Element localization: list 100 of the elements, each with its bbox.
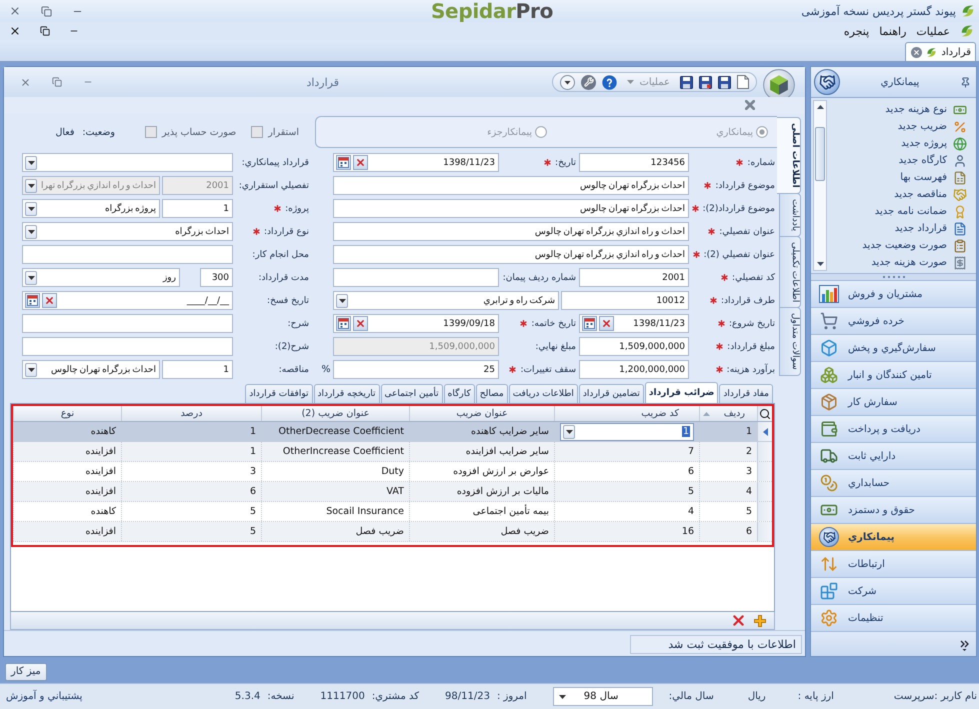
input-field[interactable]: 1,509,000,000	[579, 337, 689, 356]
clear-button[interactable]	[353, 155, 368, 170]
combo-box[interactable]: شرکت راه و ترابري	[333, 291, 559, 310]
tab[interactable]: کارگاه	[444, 384, 475, 403]
tab[interactable]: مفاد قرارداد	[719, 384, 773, 403]
shortcut-item[interactable]: فهرست بها	[827, 169, 967, 186]
save-icon[interactable]	[718, 76, 731, 88]
column-header[interactable]: کد ضریب	[554, 406, 699, 421]
input-field[interactable]: احداث بزرگراه تهران چالوس	[333, 176, 689, 195]
calendar-button[interactable]	[336, 316, 351, 331]
module-button[interactable]: تامین کنندگان و انبار	[811, 362, 976, 389]
module-button[interactable]: شرکت	[811, 578, 976, 605]
input-field[interactable]: 123456	[579, 153, 689, 172]
calendar-button[interactable]	[336, 155, 351, 170]
column-header[interactable]: عنوان ضریب (2)	[261, 406, 409, 421]
date-field[interactable]: 1399/09/18	[333, 314, 499, 333]
module-button[interactable]: سفارش کار	[811, 389, 976, 416]
dropdown-button[interactable]	[25, 156, 37, 170]
dropdown-button[interactable]	[563, 424, 575, 438]
row-selector[interactable]	[757, 422, 772, 441]
calendar-button[interactable]	[582, 316, 597, 331]
date-field[interactable]: ____/__/__	[22, 291, 233, 310]
column-header[interactable]: ردیف	[699, 406, 757, 421]
module-button[interactable]: دارایي ثابت	[811, 443, 976, 470]
dropdown-button[interactable]	[336, 294, 348, 308]
menu-item[interactable]: پنجره	[844, 24, 870, 38]
calendar-button[interactable]	[25, 293, 40, 308]
wrench-icon[interactable]	[581, 74, 596, 90]
input-field[interactable]: 300	[200, 268, 233, 287]
shortcut-item[interactable]: کارگاه جدید	[827, 152, 967, 169]
tab[interactable]: توافقات قرارداد	[245, 384, 312, 403]
input-field[interactable]	[333, 268, 499, 287]
shortcut-item[interactable]: نوع هزینه جدید	[827, 101, 967, 118]
tab[interactable]: ضرائب قرارداد	[644, 382, 718, 403]
dropdown-button[interactable]	[25, 224, 37, 238]
menu-item[interactable]: راهنما	[879, 24, 906, 38]
dropdown-button[interactable]	[25, 270, 37, 284]
shortcut-item[interactable]: صورت وضعیت جدید	[827, 237, 967, 254]
tab[interactable]: مصالح	[476, 384, 508, 403]
document-tab[interactable]: قرارداد	[905, 42, 976, 61]
clear-button[interactable]	[353, 316, 368, 331]
module-button[interactable]: سفارش‌گیري و پخش	[811, 335, 976, 362]
module-button[interactable]: خرده فروشي	[811, 308, 976, 335]
tab[interactable]: تضامین قرارداد	[578, 384, 644, 403]
input-field[interactable]: 1	[162, 199, 233, 218]
input-field[interactable]: 2001	[579, 268, 689, 287]
module-button[interactable]: مشتریان و فروش	[811, 281, 976, 308]
side-tab[interactable]: سوالات متداول	[779, 307, 801, 376]
input-field[interactable]: 1,200,000,000	[579, 360, 689, 379]
input-field[interactable]: احداث و راه اندازي بزرگراه تهران چالوس	[333, 222, 689, 241]
input-field[interactable]: 1	[162, 360, 233, 379]
input-field[interactable]: 10012	[561, 291, 689, 310]
shortcut-item[interactable]: صورت هزینه جدید	[827, 254, 967, 271]
shortcut-item[interactable]: ضریب جدید	[827, 118, 967, 135]
input-field[interactable]	[22, 314, 233, 333]
chevrons-icon[interactable]	[960, 640, 969, 651]
taskbar-button[interactable]: میز کار	[5, 662, 47, 680]
input-field[interactable]: 25	[333, 360, 499, 379]
input-field[interactable]	[22, 337, 233, 356]
side-tab[interactable]: یادداشت	[779, 192, 801, 237]
combo-box[interactable]: احداث بزرگراه	[22, 222, 233, 241]
cell-editor[interactable]: 1	[560, 422, 694, 440]
shortcut-item[interactable]: پروژه جدید	[827, 135, 967, 152]
pin-icon[interactable]	[960, 76, 971, 88]
column-header[interactable]: درصد	[121, 406, 261, 421]
module-button[interactable]: حسابداري	[811, 470, 976, 497]
input-field[interactable]: احداث و راه اندازي بزرگراه تهران چالوس	[333, 245, 689, 264]
clear-button[interactable]	[599, 316, 614, 331]
tab[interactable]: تأمین اجتماعی	[380, 384, 443, 403]
tab[interactable]: اطلاعات دریافت	[508, 384, 578, 403]
module-button[interactable]: دریافت و پرداخت	[811, 416, 976, 443]
support-link[interactable]: پشتیباني و آموزش	[6, 691, 82, 702]
side-tab[interactable]: اطلاعات اصلی	[777, 117, 801, 194]
date-field[interactable]: 1398/11/23	[579, 314, 689, 333]
date-field[interactable]: 1398/11/23	[333, 153, 499, 172]
combo-box[interactable]: احداث بزرگراه تهران چالوس	[22, 360, 160, 379]
cross-icon[interactable]	[733, 615, 744, 626]
dropdown-icon[interactable]	[560, 74, 576, 90]
module-button[interactable]: تنظیمات	[811, 605, 976, 632]
module-button[interactable]: ارتباطات	[811, 551, 976, 578]
shortcut-item[interactable]: مناقصه جدید	[827, 186, 967, 203]
year-combo-box[interactable]: سال 98	[552, 687, 653, 706]
module-button[interactable]: پیمانکاري	[811, 524, 976, 551]
combo-box[interactable]: پروژه بزرگراه	[22, 199, 160, 218]
document-icon[interactable]	[737, 75, 749, 89]
plus-icon[interactable]	[754, 614, 766, 626]
menu-item[interactable]: عملیات	[916, 24, 950, 38]
search-icon[interactable]	[759, 408, 771, 420]
scrollbar-thumb[interactable]	[815, 127, 825, 181]
module-button[interactable]: حقوق و دستمزد	[811, 497, 976, 524]
clear-button[interactable]	[42, 293, 57, 308]
dropdown-button[interactable]	[25, 202, 37, 216]
help-icon[interactable]	[602, 74, 618, 90]
shortcut-item[interactable]: ضمانت نامه جدید	[827, 203, 967, 220]
tab[interactable]: تاریخچه قرارداد	[314, 384, 380, 403]
combo-box[interactable]: روز	[22, 268, 180, 287]
shortcut-item[interactable]: قرارداد جدید	[827, 220, 967, 237]
save-icon[interactable]	[699, 76, 712, 88]
input-field[interactable]	[22, 245, 233, 264]
close-icon[interactable]	[9, 25, 21, 37]
